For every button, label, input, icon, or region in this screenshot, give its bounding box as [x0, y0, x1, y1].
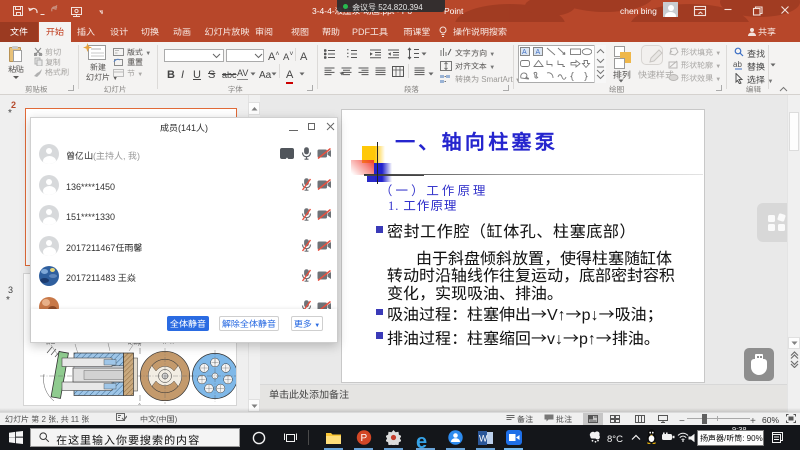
svg-text:A: A: [138, 402, 141, 406]
svg-text:A: A: [522, 47, 527, 57]
svg-text:W: W: [479, 434, 488, 444]
svg-text:A: A: [536, 47, 541, 57]
svg-text:P: P: [361, 433, 368, 444]
